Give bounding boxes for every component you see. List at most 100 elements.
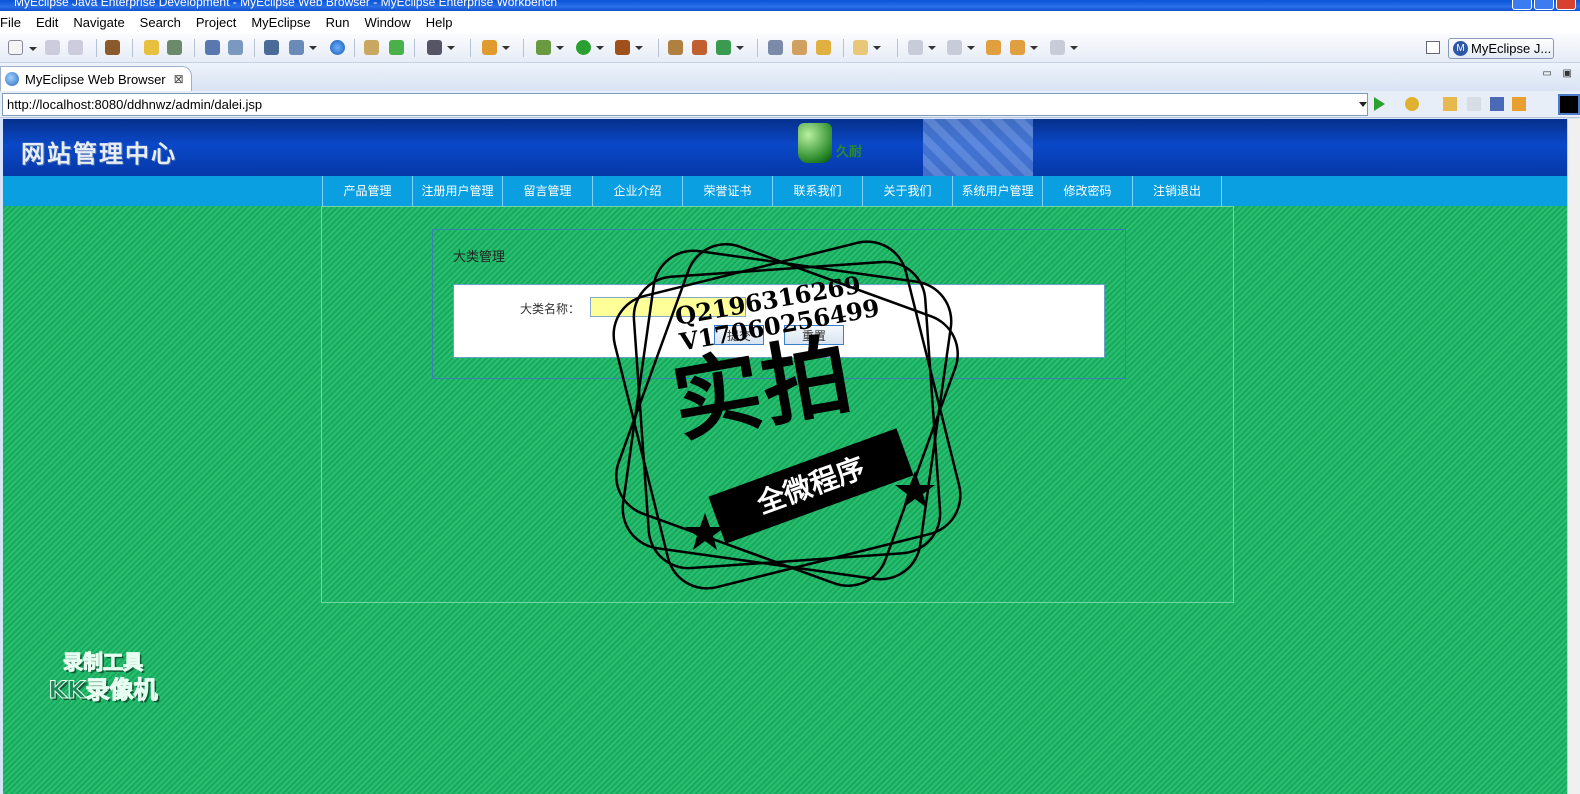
- web-project-icon[interactable]: [264, 40, 279, 55]
- browser-forward-icon[interactable]: [1467, 97, 1481, 111]
- toolbar-separator: [354, 39, 355, 57]
- menu-navigate[interactable]: Navigate: [73, 15, 124, 30]
- print-icon[interactable]: [68, 40, 83, 55]
- category-name-input[interactable]: [590, 297, 746, 317]
- favorites-icon[interactable]: [1405, 97, 1419, 111]
- url-field[interactable]: http://localhost:8080/ddhnwz/admin/dalei…: [2, 93, 1368, 116]
- new-web-icon[interactable]: [289, 40, 317, 55]
- open-perspective-icon[interactable]: [1426, 41, 1440, 54]
- minimize-maximize-icons[interactable]: ▭ ▣: [1542, 68, 1576, 79]
- prev-annotation-icon[interactable]: [947, 40, 975, 55]
- nav-honors[interactable]: 荣誉证书: [682, 176, 772, 206]
- toolbar-separator: [194, 39, 195, 57]
- toolbar-separator: [470, 39, 471, 57]
- globe-icon[interactable]: [330, 40, 345, 55]
- rocket-icon[interactable]: [792, 40, 807, 55]
- tab-web-browser[interactable]: MyEclipse Web Browser ⊠: [0, 66, 192, 91]
- nav-company-intro[interactable]: 企业介绍: [592, 176, 682, 206]
- minimize-window-button[interactable]: [1512, 0, 1532, 10]
- go-icon[interactable]: [1374, 97, 1385, 111]
- submit-button[interactable]: 提交: [714, 325, 764, 345]
- browser-address-bar: http://localhost:8080/ddhnwz/admin/dalei…: [0, 91, 1580, 118]
- open-editor-icon[interactable]: [768, 40, 783, 55]
- toolbar-separator: [843, 39, 844, 57]
- server-icon[interactable]: [144, 40, 159, 55]
- perspective-label: MyEclipse J...: [1471, 41, 1552, 56]
- reset-button[interactable]: 重置: [784, 325, 844, 345]
- main-toolbar: M MyEclipse J...: [0, 33, 1580, 63]
- maximize-window-button[interactable]: [1534, 0, 1554, 10]
- window-title: MyEclipse Java Enterprise Development - …: [14, 0, 558, 9]
- open-resource-icon[interactable]: [228, 40, 243, 55]
- tab-label: MyEclipse Web Browser: [25, 71, 166, 87]
- toolbar-separator: [757, 39, 758, 57]
- nav-contact-us[interactable]: 联系我们: [772, 176, 862, 206]
- nav-messages[interactable]: 留言管理: [502, 176, 592, 206]
- menu-search[interactable]: Search: [140, 15, 181, 30]
- close-window-button[interactable]: [1556, 0, 1576, 10]
- site-nav: 产品管理 注册用户管理 留言管理 企业介绍 荣誉证书 联系我们 关于我们 系统用…: [3, 176, 1567, 206]
- window-controls: [1512, 0, 1576, 10]
- browser-stop-icon[interactable]: [1490, 97, 1504, 111]
- browser-view-toggle-icon[interactable]: [1558, 94, 1580, 115]
- toolbar-separator: [658, 39, 659, 57]
- watermark-line-2: KK录像机: [48, 676, 158, 705]
- logo-mark-icon: [798, 123, 832, 163]
- perspective-switcher[interactable]: M MyEclipse J...: [1448, 38, 1554, 59]
- category-form: 大类名称： 提交 重置: [453, 284, 1105, 358]
- nav-about-us[interactable]: 关于我们: [862, 176, 952, 206]
- browser-back-icon[interactable]: [1443, 97, 1457, 111]
- back-arrow-icon[interactable]: [1010, 40, 1038, 55]
- new-class-icon[interactable]: [668, 40, 683, 55]
- deploy-icon[interactable]: [167, 40, 182, 55]
- debug-icon[interactable]: [536, 40, 564, 55]
- menu-edit[interactable]: Edit: [36, 15, 58, 30]
- package-icon[interactable]: [105, 40, 120, 55]
- globe-icon: [5, 72, 19, 86]
- menu-window[interactable]: Window: [364, 15, 410, 30]
- nav-logout[interactable]: 注销退出: [1132, 176, 1222, 206]
- open-folder-icon[interactable]: [364, 40, 379, 55]
- last-edit-icon[interactable]: [986, 40, 1001, 55]
- run-icon[interactable]: [576, 40, 604, 55]
- refresh-icon[interactable]: [389, 40, 404, 55]
- url-history-dropdown-icon[interactable]: [1359, 102, 1367, 107]
- next-annotation-icon[interactable]: [908, 40, 936, 55]
- toolbar-separator: [897, 39, 898, 57]
- forward-arrow-icon[interactable]: [1050, 40, 1078, 55]
- toolbar-separator: [254, 39, 255, 57]
- menu-myeclipse[interactable]: MyEclipse: [251, 15, 310, 30]
- category-panel: 大类管理 大类名称： 提交 重置: [432, 229, 1126, 379]
- menu-file[interactable]: File: [0, 15, 21, 30]
- new-package-icon[interactable]: [692, 40, 707, 55]
- menu-bar: File Edit Navigate Search Project MyEcli…: [0, 11, 1580, 33]
- category-name-label: 大类名称：: [520, 302, 581, 316]
- section-title: 大类管理: [453, 249, 506, 264]
- nav-change-password[interactable]: 修改密码: [1042, 176, 1132, 206]
- nav-registered-users[interactable]: 注册用户管理: [412, 176, 502, 206]
- save-icon[interactable]: [45, 40, 60, 55]
- nav-product-management[interactable]: 产品管理: [322, 176, 412, 206]
- nav-system-users[interactable]: 系统用户管理: [952, 176, 1042, 206]
- toolbar-separator: [96, 39, 97, 57]
- folder-icon[interactable]: [853, 40, 881, 55]
- menu-help[interactable]: Help: [426, 15, 453, 30]
- new-interface-icon[interactable]: [716, 40, 744, 55]
- close-tab-icon[interactable]: ⊠: [174, 72, 184, 86]
- content-frame: 大类管理 大类名称： 提交 重置: [321, 206, 1234, 603]
- new-file-icon[interactable]: [8, 40, 37, 55]
- open-project-icon[interactable]: [816, 40, 831, 55]
- camera-icon[interactable]: [427, 40, 455, 55]
- menu-run[interactable]: Run: [326, 15, 350, 30]
- open-type-icon[interactable]: [205, 40, 220, 55]
- browser-refresh-icon[interactable]: [1512, 97, 1526, 111]
- window-title-bar: MyEclipse Java Enterprise Development - …: [0, 0, 1580, 11]
- menu-project[interactable]: Project: [196, 15, 236, 30]
- myeclipse-logo-icon: M: [1453, 41, 1468, 56]
- vertical-scrollbar[interactable]: [1567, 119, 1580, 794]
- external-tools-icon[interactable]: [615, 40, 643, 55]
- toolbar-separator: [523, 39, 524, 57]
- site-header: 网站管理中心 久耐: [3, 119, 1567, 176]
- new-wizard-icon[interactable]: [482, 40, 510, 55]
- header-decoration: [923, 119, 1033, 176]
